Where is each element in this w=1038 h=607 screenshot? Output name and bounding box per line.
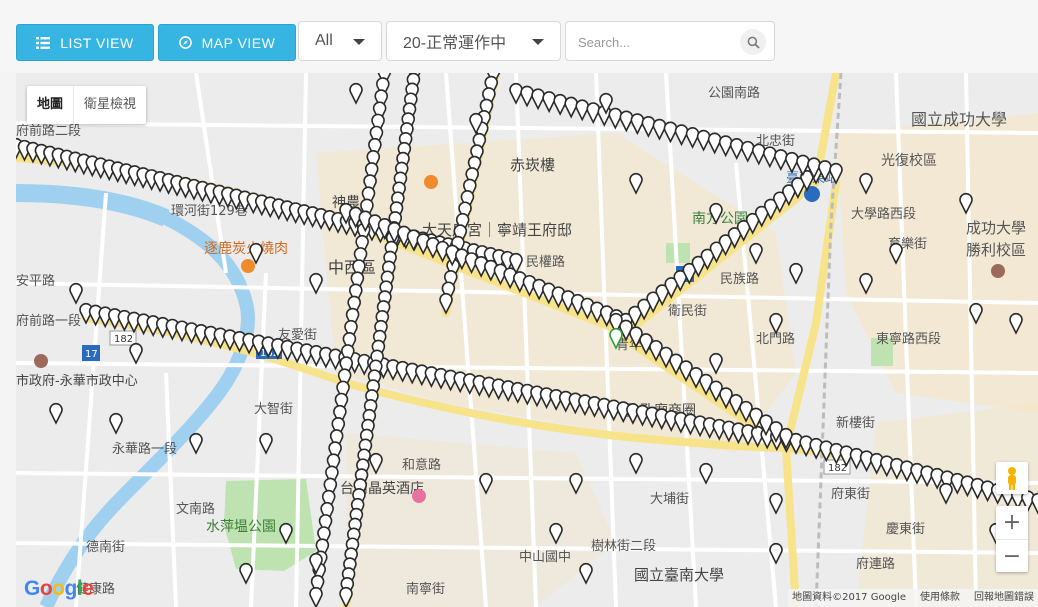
label-poi: 市政府-永華市政中心 — [16, 373, 138, 389]
label-road: 府連路 — [856, 556, 895, 572]
map-type-satellite-button[interactable]: 衛星檢視 — [73, 86, 146, 124]
label-road: 南寧街 — [406, 581, 445, 597]
category-select-value: All — [315, 32, 333, 49]
svg-text:182: 182 — [114, 334, 133, 345]
terms-link[interactable]: 使用條款 — [920, 589, 960, 607]
attribution-text: 地圖資料©2017 Google — [792, 592, 906, 603]
label-area: 光復校區 — [881, 152, 937, 169]
label-area: 勝利校區 — [966, 241, 1026, 259]
list-view-label: LIST VIEW — [60, 34, 134, 51]
label-road: 民權路 — [526, 254, 565, 270]
compass-icon — [178, 36, 192, 49]
label-road: 德南街 — [86, 539, 125, 555]
search-icon — [747, 36, 760, 49]
label-road: 樹林街二段 — [591, 539, 656, 554]
label-road: 府前路二段 — [16, 123, 81, 139]
label-road: 民族路 — [720, 271, 759, 287]
pegman-icon — [1008, 467, 1016, 490]
label-restaurant: 逐鹿炭火燒肉 — [204, 240, 288, 257]
label-poi: 中山國中 — [519, 550, 571, 565]
street-view-pegman[interactable] — [996, 462, 1028, 494]
route-shield: 17 — [82, 345, 100, 361]
google-logo: Google — [24, 577, 94, 600]
route-shield: 182 — [109, 330, 137, 346]
category-select[interactable]: All — [298, 21, 382, 61]
label-road: 府前路一段 — [16, 313, 81, 329]
map-type-control: 地圖 衛星檢視 — [27, 86, 147, 124]
label-road: 公園南路 — [708, 85, 760, 101]
label-road: 大埔街 — [650, 492, 689, 507]
label-road: 文南路 — [176, 501, 215, 517]
report-link[interactable]: 回報地圖錯誤 — [974, 589, 1034, 607]
map-type-map-button[interactable]: 地圖 — [27, 86, 73, 124]
map-view-label: MAP VIEW — [201, 34, 276, 51]
restaurant-icon — [241, 259, 255, 273]
label-park: 水萍塭公園 — [206, 519, 276, 535]
zoom-in-button[interactable]: + — [996, 506, 1028, 540]
status-select[interactable]: 20-正常運作中 — [386, 21, 561, 61]
label-road: 府東街 — [831, 486, 870, 502]
label-road: 東寧路西段 — [876, 331, 941, 347]
toolbar: LIST VIEW MAP VIEW All 20-正常運作中 — [0, 0, 1038, 72]
label-road: 衛民街 — [668, 304, 707, 319]
search-input[interactable] — [576, 31, 730, 53]
map[interactable]: 國立成功大學 光復校區 大學路西段 成功大學 勝利校區 育樂街 東寧路西段 臺南… — [16, 73, 1038, 607]
label-road: 慶東街 — [886, 521, 925, 537]
map-attribution: 地圖資料©2017 Google 使用條款 回報地圖錯誤 — [788, 589, 1038, 607]
map-canvas[interactable]: 國立成功大學 光復校區 大學路西段 成功大學 勝利校區 育樂街 東寧路西段 臺南… — [16, 73, 1038, 607]
school-icon — [991, 264, 1005, 278]
search-box — [565, 21, 775, 61]
label-road: 安平路 — [16, 273, 55, 289]
map-view-button[interactable]: MAP VIEW — [158, 24, 296, 61]
svg-text:182: 182 — [828, 463, 847, 474]
label-road: 大智街 — [254, 402, 293, 417]
label-area: 國立臺南大學 — [634, 566, 724, 584]
label-road: 和意路 — [402, 457, 441, 473]
search-button[interactable] — [740, 29, 766, 55]
label-area: 成功大學 — [966, 219, 1026, 237]
label-road: 大學路西段 — [851, 206, 916, 222]
label-road: 新樓街 — [836, 415, 875, 431]
restaurant-icon — [424, 175, 438, 189]
list-view-button[interactable]: LIST VIEW — [16, 24, 154, 61]
list-icon — [36, 36, 51, 49]
school-icon — [34, 354, 48, 368]
svg-text:17: 17 — [85, 349, 98, 360]
label-road: 友愛街 — [278, 327, 317, 343]
label-area: 國立成功大學 — [911, 110, 1007, 129]
chevron-down-icon — [532, 39, 544, 45]
label-poi: 大天后宮｜寧靖王府邸 — [422, 221, 572, 239]
label-poi: 赤崁樓 — [510, 156, 555, 174]
status-select-value: 20-正常運作中 — [403, 35, 507, 52]
zoom-control: + − — [996, 506, 1028, 572]
hotel-icon — [412, 489, 426, 503]
zoom-out-button[interactable]: − — [996, 540, 1028, 573]
label-road: 永華路一段 — [112, 441, 177, 457]
chevron-down-icon — [353, 39, 365, 45]
